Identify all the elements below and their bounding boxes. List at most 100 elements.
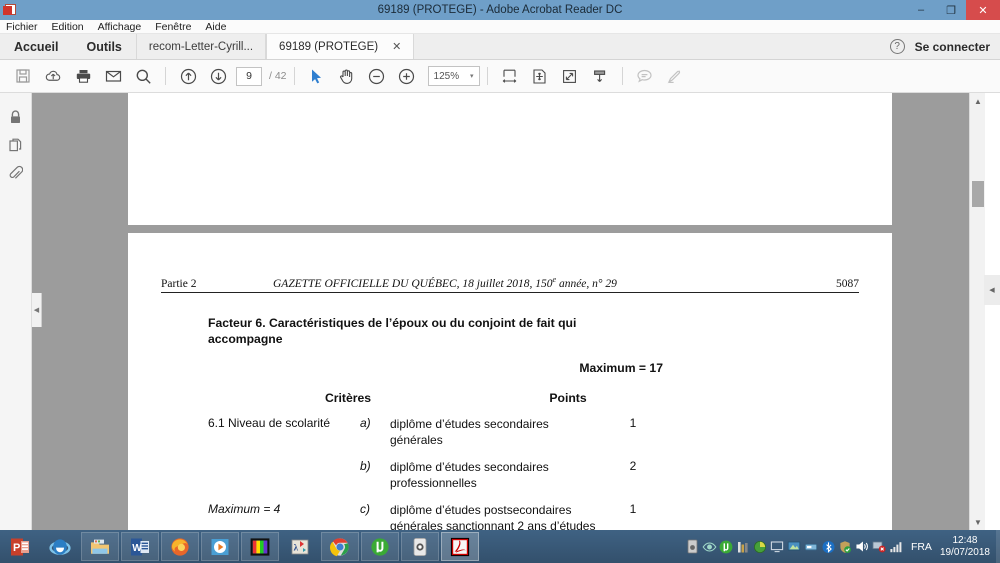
fit-width-icon[interactable] [495,63,525,89]
minimize-button[interactable]: – [906,0,936,20]
network-icon[interactable] [786,537,803,557]
menu-item-aide[interactable]: Aide [205,20,226,34]
taskbar-internet-explorer-icon[interactable] [41,532,79,561]
globe-icon[interactable] [752,537,769,557]
taskbar-settings-app-icon[interactable] [401,532,439,561]
pdf-page-previous [128,93,892,225]
device-icon[interactable] [684,537,701,557]
header-part-label: Partie 2 [161,277,197,290]
vertical-scrollbar[interactable]: ▲ ▼ [969,93,985,530]
taskbar-adobe-acrobat-icon[interactable] [441,532,479,561]
row-points: 1 [629,501,637,516]
document-body: Facteur 6. Caractéristiques de l’époux o… [208,315,874,530]
page-number-input[interactable]: 9 [236,66,262,86]
header-running-title: GAZETTE OFFICIELLE DU QUÉBEC, 18 juillet… [273,275,836,290]
close-icon[interactable]: ✕ [392,40,401,53]
row-description: diplôme d’études postsecondaires général… [390,502,596,530]
paperclip-attachment-icon[interactable] [4,161,28,185]
column-header-points: Points [549,390,587,405]
menu-item-fenetre[interactable]: Fenêtre [155,20,191,34]
taskbar-powerpoint-icon[interactable]: P [1,532,39,561]
hand-icon[interactable] [332,63,362,89]
document-tab-recom-letter[interactable]: recom-Letter-Cyrill... [135,34,267,59]
tab-accueil[interactable]: Accueil [0,34,72,59]
menu-item-edition[interactable]: Edition [52,20,84,34]
row-points: 2 [629,458,637,473]
taskbar-utorrent-icon[interactable] [361,532,399,561]
row-points: 1 [629,415,637,430]
upload-cloud-icon[interactable] [38,63,68,89]
row-letter: c) [360,501,370,516]
header-folio-number: 5087 [836,277,859,290]
signal-bars-icon[interactable] [888,537,905,557]
print-icon[interactable] [68,63,98,89]
read-mode-icon[interactable] [585,63,615,89]
column-header-criteria: Critères [324,390,372,405]
arrow-down-circle-icon[interactable] [203,63,233,89]
row-label [208,459,360,491]
menu-item-fichier[interactable]: Fichier [6,20,38,34]
fullscreen-icon[interactable] [555,63,585,89]
tab-outils[interactable]: Outils [72,34,135,59]
window-controls: – ❐ ✕ [906,0,1000,20]
document-viewport[interactable]: ◀ Partie 2 GAZETTE OFFICIELLE DU QUÉBEC,… [32,93,985,530]
collapse-right-panel-button[interactable]: ◀ [984,275,1000,305]
document-tab-69189[interactable]: 69189 (PROTEGE) ✕ [266,34,415,59]
scrollbar-thumb[interactable] [972,181,984,207]
document-running-header: Partie 2 GAZETTE OFFICIELLE DU QUÉBEC, 1… [161,275,859,293]
taskbar-chrome-icon[interactable] [321,532,359,561]
save-icon[interactable] [8,63,38,89]
section-title: Facteur 6. Caractéristiques de l’époux o… [208,315,577,346]
taskbar-firefox-icon[interactable] [161,532,199,561]
bluetooth-icon[interactable] [820,537,837,557]
pdf-page-current: Partie 2 GAZETTE OFFICIELLE DU QUÉBEC, 1… [128,233,892,530]
bars-icon[interactable] [735,537,752,557]
zoom-in-icon[interactable] [392,63,422,89]
shield-check-icon[interactable] [837,537,854,557]
help-icon[interactable]: ? [889,39,905,54]
row-letter: b) [360,458,371,473]
eye-icon[interactable] [701,537,718,557]
collapse-left-panel-button[interactable]: ◀ [32,293,42,327]
clock-time: 12:48 [952,534,978,546]
main-toolbar: 9 / 42 125% ▾ [0,60,1000,93]
show-desktop-button[interactable] [996,530,1000,563]
header-title-tail: année, n° 29 [556,277,617,290]
language-indicator[interactable]: FRA [911,541,932,553]
search-icon[interactable] [128,63,158,89]
taskbar-xmind-icon[interactable]: λ [281,532,319,561]
zoom-out-icon[interactable] [362,63,392,89]
row-description: diplôme d’études secondaires professionn… [390,459,549,490]
zoom-level-value: 125% [433,70,460,82]
scroll-up-button[interactable]: ▲ [970,93,986,109]
lock-icon[interactable] [4,105,28,129]
row-label: Maximum = 4 [208,501,281,516]
system-tray: FRA 12:48 19/07/2018 [684,530,1000,563]
utorrent-tray-icon[interactable] [718,537,735,557]
network-error-icon[interactable] [871,537,888,557]
fit-page-icon[interactable] [525,63,555,89]
toolbar-divider [165,67,166,85]
email-icon[interactable] [98,63,128,89]
arrow-up-circle-icon[interactable] [173,63,203,89]
highlighter-pen-icon[interactable] [660,63,690,89]
maximize-button[interactable]: ❐ [936,0,966,20]
scroll-down-button[interactable]: ▼ [970,514,986,530]
clock[interactable]: 12:48 19/07/2018 [940,535,994,559]
menu-item-affichage[interactable]: Affichage [98,20,142,34]
volume-icon[interactable] [854,537,871,557]
zoom-level-dropdown[interactable]: 125% ▾ [427,66,480,86]
taskbar-image-viewer-icon[interactable] [241,532,279,561]
taskbar-word-icon[interactable]: W [121,532,159,561]
page-thumbnails-icon[interactable] [4,133,28,157]
taskbar-media-player-icon[interactable] [201,532,239,561]
usb-eject-icon[interactable] [803,537,820,557]
sign-in-button[interactable]: Se connecter [915,40,990,54]
comment-bubble-icon[interactable] [630,63,660,89]
toolbar-divider [621,67,623,85]
taskbar-file-explorer-icon[interactable] [81,532,119,561]
chevron-left-icon: ◀ [989,287,995,294]
close-button[interactable]: ✕ [966,0,1000,20]
cursor-arrow-icon[interactable] [302,63,332,89]
monitor-icon[interactable] [769,537,786,557]
